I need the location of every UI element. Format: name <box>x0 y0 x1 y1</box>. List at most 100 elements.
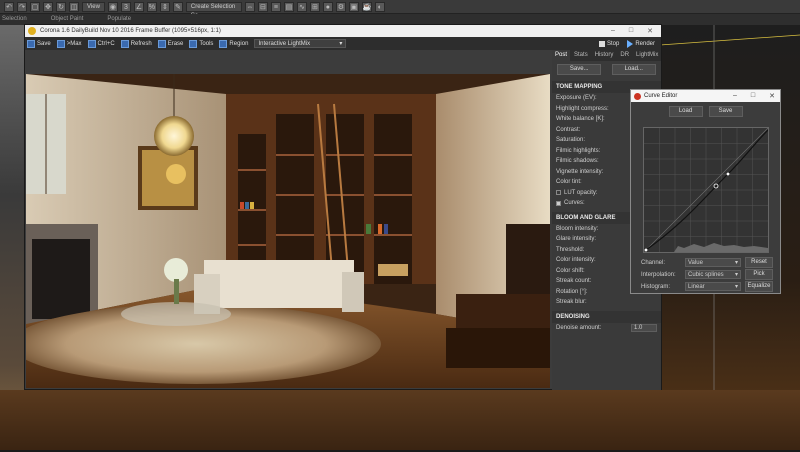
white-balance-label: White balance [K]: <box>556 116 605 123</box>
curve-editor-icon[interactable]: ∿ <box>296 1 307 12</box>
corona-logo-icon <box>28 27 36 35</box>
curve-save-button[interactable]: Save <box>708 106 743 117</box>
named-selection-dropdown[interactable]: Create Selection Se <box>185 1 242 19</box>
region-button[interactable]: Region <box>219 39 249 48</box>
render-setup-icon[interactable]: ⚙ <box>335 1 346 12</box>
rendered-image[interactable] <box>26 74 550 388</box>
tab-lightmix[interactable]: LightMix <box>633 50 661 61</box>
denoising-header[interactable]: DENOISING <box>552 310 661 323</box>
edit-named-selection-icon[interactable]: ✎ <box>172 1 183 12</box>
layer-icon[interactable]: ≡ <box>270 1 281 12</box>
refresh-button[interactable]: Refresh <box>120 39 152 48</box>
to-max-button[interactable]: >Max <box>56 39 82 48</box>
select-region-icon[interactable]: ▢ <box>30 1 40 12</box>
render-icon[interactable]: ☕ <box>361 1 372 12</box>
material-editor-icon[interactable]: ● <box>322 1 333 12</box>
chevron-down-icon: ▾ <box>339 41 343 47</box>
render-frame-icon[interactable]: ▣ <box>348 1 359 12</box>
curves-checkbox[interactable] <box>556 200 561 206</box>
reference-coord-dropdown[interactable]: View <box>82 1 105 12</box>
tab-stats[interactable]: Stats <box>571 50 591 61</box>
rotate-icon[interactable]: ↻ <box>56 1 66 12</box>
interpolation-value: Cubic splines <box>688 272 724 278</box>
stop-icon <box>598 40 605 47</box>
render-illustration <box>26 74 550 388</box>
highlight-compress-label: Highlight compress: <box>556 105 609 112</box>
close-icon[interactable]: ✕ <box>769 92 775 100</box>
corona-icon[interactable]: ◐ <box>374 1 385 12</box>
render-button[interactable]: Render <box>627 39 655 48</box>
channel-label: Channel: <box>641 259 666 266</box>
streak-blur-row[interactable]: Streak blur: <box>552 297 661 308</box>
move-icon[interactable]: ✥ <box>43 1 53 12</box>
curve-editor-dialog: Curve Editor – □ ✕ Load Save Channel: Va… <box>630 89 781 294</box>
minimize-icon[interactable]: – <box>733 92 737 100</box>
snap-icon[interactable]: 3 <box>120 1 131 12</box>
vignette-label: Vignette intensity: <box>556 168 604 175</box>
erase-button[interactable]: Erase <box>157 39 183 48</box>
maximize-icon[interactable]: □ <box>629 27 633 35</box>
refresh-icon <box>120 39 129 48</box>
post-save-button[interactable]: Save... <box>557 64 602 75</box>
filmic-shadows-label: Filmic shadows: <box>556 158 599 165</box>
lut-checkbox[interactable] <box>556 190 561 196</box>
lightmix-value: Interactive LightMix <box>258 41 311 47</box>
streak-count-label: Streak count: <box>556 278 592 285</box>
save-label: Save <box>37 40 51 47</box>
chevron-down-icon: ▾ <box>734 260 738 266</box>
render-play-icon <box>627 39 634 48</box>
histogram-row: Histogram: Linear ▾ Equalize <box>641 281 773 292</box>
close-icon[interactable]: ✕ <box>647 27 653 35</box>
saturation-label: Saturation: <box>556 137 586 144</box>
tab-post[interactable]: Post <box>552 50 571 61</box>
region-label: Region <box>229 40 249 47</box>
lut-label: LUT opacity: <box>564 189 598 196</box>
tab-selection[interactable]: Selection <box>2 14 27 25</box>
save-button[interactable]: Save <box>27 39 51 48</box>
frame-buffer-titlebar[interactable]: Corona 1.6 DailyBuild Nov 10 2016 Frame … <box>25 25 661 37</box>
minimize-icon[interactable]: – <box>611 27 615 35</box>
redo-icon[interactable]: ↷ <box>17 1 27 12</box>
color-tint-label: Color tint: <box>556 179 582 186</box>
channel-row: Channel: Value ▾ Reset <box>641 257 773 268</box>
maximize-icon[interactable]: □ <box>751 92 755 100</box>
curve-equalize-button[interactable]: Equalize <box>745 281 773 292</box>
spinner-snap-icon[interactable]: ⇕ <box>159 1 170 12</box>
percent-snap-icon[interactable]: % <box>146 1 157 12</box>
streak-blur-label: Streak blur: <box>556 299 587 306</box>
pivot-icon[interactable]: ◉ <box>107 1 118 12</box>
curve-reset-button[interactable]: Reset <box>745 257 773 268</box>
angle-snap-icon[interactable]: ∠ <box>133 1 144 12</box>
curve-editor-titlebar[interactable]: Curve Editor – □ ✕ <box>631 90 780 102</box>
erase-icon <box>157 39 166 48</box>
mirror-icon[interactable]: ⇔ <box>244 1 255 12</box>
curve-pick-button[interactable]: Pick <box>745 269 773 280</box>
curve-graph[interactable] <box>643 127 769 253</box>
channel-dropdown[interactable]: Value ▾ <box>685 258 741 267</box>
max-main-toolbar: ↶ ↷ ▢ ✥ ↻ ◫ View ◉ 3 ∠ % ⇕ ✎ Create Sele… <box>0 0 800 19</box>
histogram-value: Linear <box>688 284 705 290</box>
histogram-dropdown[interactable]: Linear ▾ <box>685 282 741 291</box>
align-icon[interactable]: ⊟ <box>257 1 268 12</box>
to-max-icon <box>56 39 65 48</box>
histogram-label: Histogram: <box>641 283 671 290</box>
tab-history[interactable]: History <box>592 50 617 61</box>
copy-button[interactable]: Ctrl+C <box>87 39 115 48</box>
stop-button[interactable]: Stop <box>598 40 619 47</box>
curve-load-save: Load Save <box>631 106 780 117</box>
post-save-load: Save... Load... <box>552 61 661 78</box>
scale-icon[interactable]: ◫ <box>69 1 79 12</box>
lightmix-dropdown[interactable]: Interactive LightMix ▾ <box>254 39 347 48</box>
tab-dr[interactable]: DR <box>617 50 632 61</box>
undo-icon[interactable]: ↶ <box>4 1 14 12</box>
curve-load-button[interactable]: Load <box>668 106 703 117</box>
tools-button[interactable]: Tools <box>189 39 213 48</box>
post-load-button[interactable]: Load... <box>611 64 656 75</box>
corona-logo-icon <box>634 92 641 100</box>
denoise-row[interactable]: Denoise amount: 1.0 <box>552 323 661 334</box>
graphite-icon[interactable]: ▤ <box>283 1 294 12</box>
denoise-amount-field[interactable]: 1.0 <box>631 323 657 332</box>
schematic-icon[interactable]: ⊞ <box>309 1 320 12</box>
exposure-label: Exposure (EV): <box>556 95 597 102</box>
interpolation-dropdown[interactable]: Cubic splines ▾ <box>685 270 741 279</box>
